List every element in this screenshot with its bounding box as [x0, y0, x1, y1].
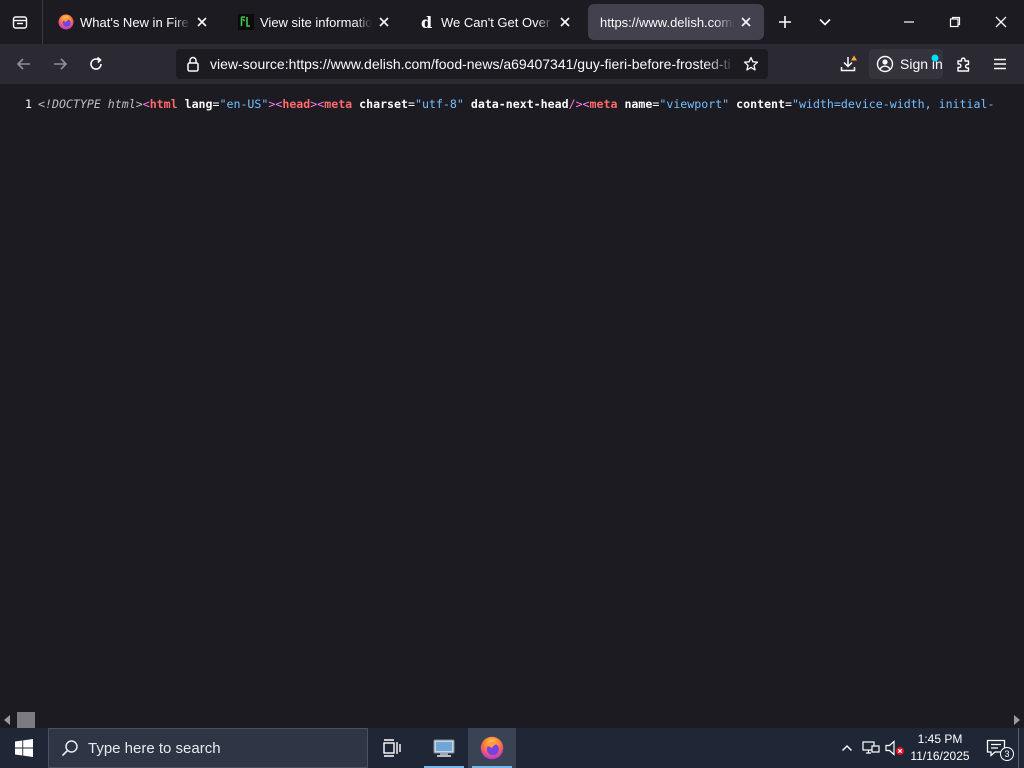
clock-time: 1:45 PM [917, 732, 963, 746]
taskbar-search-box[interactable]: Type here to search [48, 728, 368, 768]
navigation-toolbar: view-source:https://www.delish.com/food-… [0, 44, 1024, 84]
minimize-icon [904, 21, 914, 23]
close-tab-icon[interactable] [376, 14, 392, 30]
meta-name-attr: name [624, 97, 653, 111]
clock-date: 11/16/2025 [910, 749, 970, 763]
arrow-left-icon [16, 58, 30, 70]
firefox-taskbar-button[interactable] [468, 728, 516, 768]
task-view-button[interactable] [368, 728, 416, 768]
delish-d-icon: d [419, 14, 435, 30]
close-icon [995, 16, 1007, 28]
close-tab-icon[interactable] [194, 14, 210, 30]
notification-count-badge: 3 [1000, 747, 1014, 761]
app-menu-button[interactable] [986, 50, 1014, 78]
extensions-button[interactable] [950, 50, 978, 78]
tab-title: View site information wi [260, 14, 372, 30]
restore-icon [949, 16, 961, 28]
forward-button[interactable] [46, 50, 74, 78]
close-window-button[interactable] [978, 0, 1024, 44]
tab-title: We Can't Get Over This [441, 14, 553, 30]
hamburger-menu-icon [994, 58, 1006, 70]
sign-in-button[interactable]: Sign in [869, 49, 943, 79]
reload-icon [90, 56, 102, 70]
firefox-view-icon [12, 16, 28, 29]
scroll-left-icon[interactable] [2, 715, 12, 725]
action-center-button[interactable]: 3 [978, 728, 1014, 768]
meta-charset-value: "utf-8" [415, 97, 464, 111]
restore-button[interactable] [932, 0, 978, 44]
scroll-right-icon[interactable] [1012, 715, 1022, 725]
system-clock[interactable]: 1:45 PM 11/16/2025 [904, 731, 976, 767]
horizontal-scrollbar[interactable] [0, 712, 1024, 728]
tab-strip: What's New in Firefox View site informat… [0, 0, 1024, 44]
close-tab-icon[interactable] [738, 14, 754, 30]
computer-icon [433, 739, 455, 757]
tab-whats-new[interactable]: What's New in Firefox [46, 4, 220, 40]
lock-icon[interactable] [178, 49, 208, 79]
meta-content-value: "width=device-width, initial- [792, 97, 995, 111]
reload-button[interactable] [82, 50, 110, 78]
line-number: 1 [25, 97, 32, 111]
downloads-button[interactable] [834, 50, 862, 78]
view-source-content: 1 <!DOCTYPE html><html lang="en-US"><head… [0, 84, 1024, 712]
account-icon [876, 55, 894, 73]
terminal-icon [238, 14, 254, 30]
scrollbar-thumb[interactable] [17, 712, 35, 728]
plus-icon [779, 16, 791, 28]
arrow-right-icon [54, 58, 68, 70]
show-desktop-button[interactable] [1018, 728, 1024, 768]
task-view-icon [383, 739, 401, 757]
windows-logo-icon [15, 739, 33, 757]
search-placeholder: Type here to search [88, 739, 221, 757]
firefox-icon [480, 736, 504, 760]
minimize-button[interactable] [886, 0, 932, 44]
meta-tag: meta [589, 97, 618, 111]
volume-button[interactable] [884, 728, 906, 768]
meta-tag: meta [324, 97, 353, 111]
source-line: 1 <!DOCTYPE html><html lang="en-US"><head… [0, 96, 1024, 112]
html-tag: html [149, 97, 178, 111]
back-button[interactable] [10, 50, 38, 78]
html-lang-attr: lang [184, 97, 213, 111]
tabstrip-divider [42, 0, 43, 44]
bookmark-star-icon[interactable] [736, 49, 766, 79]
new-tab-button[interactable] [771, 8, 799, 36]
html-lang-value: "en-US" [219, 97, 269, 111]
meta-next-head-attr: data-next-head [470, 97, 569, 111]
network-button[interactable] [860, 728, 882, 768]
tab-view-source[interactable]: https://www.delish.com/foo [588, 4, 764, 40]
file-explorer-button[interactable] [420, 728, 468, 768]
tab-title: https://www.delish.com/foo [600, 14, 734, 30]
search-icon [61, 739, 79, 757]
windows-taskbar: Type here to search 1:45 PM 11/16/2025 3 [0, 728, 1024, 768]
network-icon [862, 741, 880, 754]
tab-view-site-information[interactable]: View site information wi [226, 4, 402, 40]
show-hidden-icons-button[interactable] [836, 728, 858, 768]
firefox-view-button[interactable] [6, 8, 34, 36]
tab-title: What's New in Firefox [80, 14, 190, 30]
list-all-tabs-button[interactable] [811, 8, 839, 36]
close-tab-icon[interactable] [557, 14, 573, 30]
url-bar[interactable]: view-source:https://www.delish.com/food-… [176, 49, 768, 79]
chevron-up-icon [842, 745, 852, 751]
svg-text:d: d [421, 14, 432, 30]
meta-name-value: "viewport" [659, 97, 730, 111]
meta-content-attr: content [736, 97, 786, 111]
meta-charset-attr: charset [359, 97, 409, 111]
url-text[interactable]: view-source:https://www.delish.com/food-… [208, 56, 736, 72]
volume-muted-icon [885, 740, 904, 756]
notification-dot-icon [931, 54, 939, 62]
download-icon [840, 55, 857, 72]
firefox-icon [58, 14, 74, 30]
browser-window: What's New in Firefox View site informat… [0, 0, 1024, 728]
chevron-down-icon [819, 18, 831, 26]
start-button[interactable] [0, 728, 48, 768]
head-tag: head [282, 97, 311, 111]
tab-delish-article[interactable]: d We Can't Get Over This [407, 4, 583, 40]
doctype-text: <!DOCTYPE html> [38, 97, 143, 111]
puzzle-icon [957, 57, 970, 72]
